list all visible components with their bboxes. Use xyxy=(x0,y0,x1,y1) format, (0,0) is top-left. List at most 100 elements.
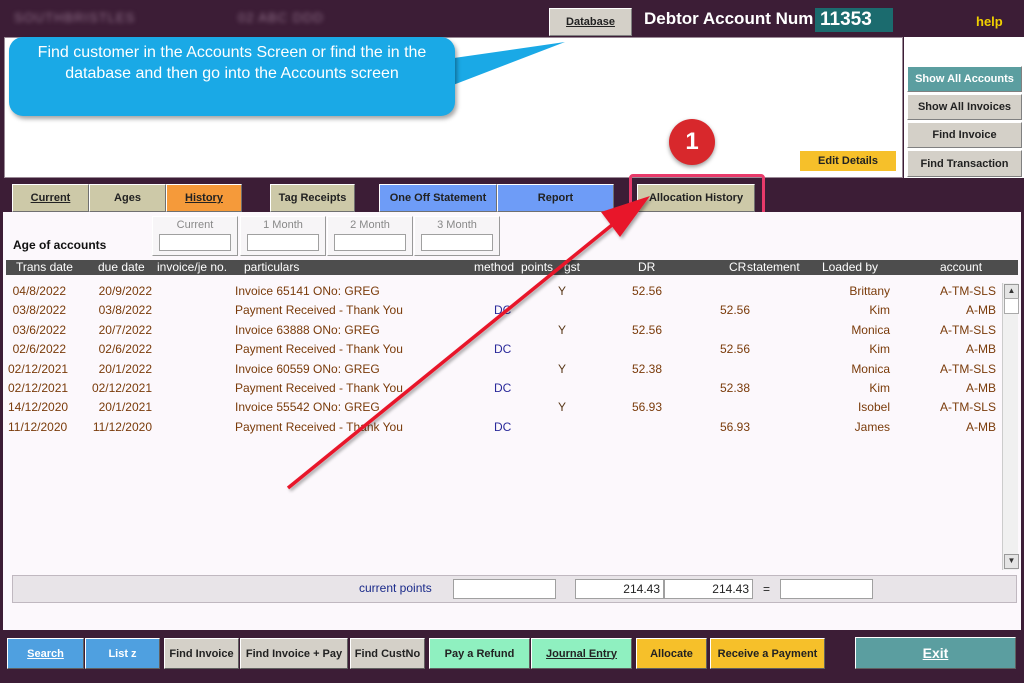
cell-trans: 03/8/2022 xyxy=(12,303,66,318)
tab-history[interactable]: History xyxy=(166,184,242,212)
receive-payment-button[interactable]: Receive a Payment xyxy=(710,638,825,669)
show-all-accounts-button[interactable]: Show All Accounts xyxy=(907,66,1022,92)
cell-part: Payment Received - Thank You xyxy=(235,342,403,357)
table-row[interactable]: 14/12/2020 20/1/2021 Invoice 55542 ONo: GR… xyxy=(8,398,998,417)
cell-part: Invoice 65141 ONo: GREG xyxy=(235,284,380,298)
cell-acct: A-MB xyxy=(966,419,996,434)
table-row[interactable]: 02/12/2021 20/1/2022 Invoice 60559 ONo: GR… xyxy=(8,360,998,379)
age-current-field[interactable] xyxy=(159,234,231,251)
cell-part: Payment Received - Thank You xyxy=(235,381,403,395)
cell-cr: 52.38 xyxy=(719,381,750,395)
cell-acct: A-TM-SLS xyxy=(939,322,996,337)
scroll-up-icon[interactable]: ▲ xyxy=(1004,284,1019,299)
col-due-date: due date xyxy=(98,260,145,274)
cell-gst: Y xyxy=(558,322,567,337)
col-dr: DR xyxy=(638,260,656,274)
cell-gst: Y xyxy=(558,361,567,376)
find-transaction-button[interactable]: Find Transaction xyxy=(907,150,1022,177)
list-button[interactable]: List z xyxy=(85,638,160,669)
cell-method: DC xyxy=(494,342,512,357)
table-row[interactable]: 03/8/2022 03/8/2022 Payment Received - Tha… xyxy=(8,301,998,320)
cell-by: Kim xyxy=(869,303,890,318)
table-row[interactable]: 03/6/2022 20/7/2022 Invoice 63888 ONo: GRE… xyxy=(8,321,998,340)
find-custno-button[interactable]: Find CustNo xyxy=(350,638,425,669)
cell-method: DC xyxy=(494,381,512,395)
cell-part: Payment Received - Thank You xyxy=(235,419,403,434)
col-cr: CR xyxy=(729,260,747,274)
cell-cr: 52.56 xyxy=(719,303,750,318)
one-off-statement-button[interactable]: One Off Statement xyxy=(379,184,497,212)
cell-due: 20/7/2022 xyxy=(98,322,152,337)
table-row[interactable]: 04/8/2022 20/9/2022 Invoice 65141 ONo: GRE… xyxy=(8,282,998,301)
age-1-month-field[interactable] xyxy=(247,234,319,251)
age-box-2-month: 2 Month xyxy=(327,216,413,256)
table-row[interactable]: 02/6/2022 02/6/2022 Payment Received - Tha… xyxy=(8,340,998,359)
age-label-3-month: 3 Month xyxy=(437,219,477,231)
exit-button[interactable]: Exit xyxy=(855,637,1016,669)
edit-details-button[interactable]: Edit Details xyxy=(800,151,896,171)
cell-trans: 14/12/2020 xyxy=(8,400,69,415)
cell-acct: A-TM-SLS xyxy=(939,361,996,376)
cell-dr: 52.56 xyxy=(631,322,662,337)
journal-entry-button[interactable]: Journal Entry xyxy=(531,638,632,669)
search-button-label: Search xyxy=(27,647,64,660)
database-button[interactable]: Database xyxy=(549,8,632,36)
find-invoice-side-button[interactable]: Find Invoice xyxy=(907,122,1022,148)
blurred-company-name: SOUTHBRISTLES xyxy=(14,10,136,25)
exit-button-label: Exit xyxy=(922,645,949,661)
callout-pointer-icon xyxy=(440,42,565,90)
pay-refund-button[interactable]: Pay a Refund xyxy=(429,638,530,669)
cell-by: Monica xyxy=(851,361,890,376)
age-label-1-month: 1 Month xyxy=(263,219,303,231)
age-label-current: Current xyxy=(176,219,214,231)
tab-current[interactable]: Current xyxy=(12,184,89,212)
cell-due: 20/1/2021 xyxy=(98,400,152,415)
col-method: method xyxy=(474,260,515,274)
scroll-down-icon[interactable]: ▼ xyxy=(1004,554,1019,569)
report-button[interactable]: Report xyxy=(497,184,614,212)
cell-due: 02/6/2022 xyxy=(98,342,152,357)
allocate-button[interactable]: Allocate xyxy=(636,638,707,669)
col-gst: gst xyxy=(564,260,581,274)
table-row[interactable]: 11/12/2020 11/12/2020 Payment Received - T… xyxy=(8,418,998,437)
column-header-bar: Trans date due date invoice/je no. parti… xyxy=(6,260,1018,275)
col-statement: statement xyxy=(747,260,800,274)
list-scrollbar[interactable]: ▲ ▼ xyxy=(1002,283,1019,570)
cell-method: DC xyxy=(494,303,512,318)
age-3-month-field[interactable] xyxy=(421,234,493,251)
debtor-account-number: 11353 xyxy=(815,8,893,32)
cell-by: Brittany xyxy=(849,284,890,298)
cell-part: Payment Received - Thank You xyxy=(235,303,403,318)
show-all-invoices-button[interactable]: Show All Invoices xyxy=(907,94,1022,120)
table-row[interactable]: 02/12/2021 02/12/2021 Payment Received - T… xyxy=(8,379,998,398)
col-particulars: particulars xyxy=(244,260,300,274)
blurred-company-code: 02 ABC DDD xyxy=(238,10,324,25)
tab-tag-receipts[interactable]: Tag Receipts xyxy=(270,184,355,212)
age-2-month-field[interactable] xyxy=(334,234,406,251)
search-button[interactable]: Search xyxy=(7,638,84,669)
cell-by: Isobel xyxy=(857,400,890,415)
cell-by: James xyxy=(854,419,890,434)
cell-acct: A-MB xyxy=(966,303,996,318)
cell-gst: Y xyxy=(558,400,567,415)
find-invoice-button[interactable]: Find Invoice xyxy=(164,638,239,669)
current-points-field[interactable] xyxy=(453,579,556,599)
step-number-badge: 1 xyxy=(669,119,715,165)
cell-gst: Y xyxy=(558,284,567,298)
cell-due: 03/8/2022 xyxy=(98,303,152,318)
find-invoice-pay-button[interactable]: Find Invoice + Pay xyxy=(240,638,348,669)
debtor-account-label: Debtor Account Num: xyxy=(644,9,820,28)
tab-ages[interactable]: Ages xyxy=(89,184,166,212)
cell-trans: 02/12/2021 xyxy=(8,381,69,395)
help-link[interactable]: help xyxy=(976,14,1003,29)
instruction-callout: Find customer in the Accounts Screen or … xyxy=(9,37,455,116)
cell-dr: 52.56 xyxy=(631,284,662,298)
cell-acct: A-MB xyxy=(966,381,996,395)
age-box-1-month: 1 Month xyxy=(240,216,326,256)
cell-by: Kim xyxy=(869,381,890,395)
cell-acct: A-TM-SLS xyxy=(939,284,996,298)
col-loaded-by: Loaded by xyxy=(822,260,879,274)
cell-due: 02/12/2021 xyxy=(91,381,152,395)
cell-trans: 02/6/2022 xyxy=(12,342,66,357)
scroll-thumb[interactable] xyxy=(1004,298,1019,314)
